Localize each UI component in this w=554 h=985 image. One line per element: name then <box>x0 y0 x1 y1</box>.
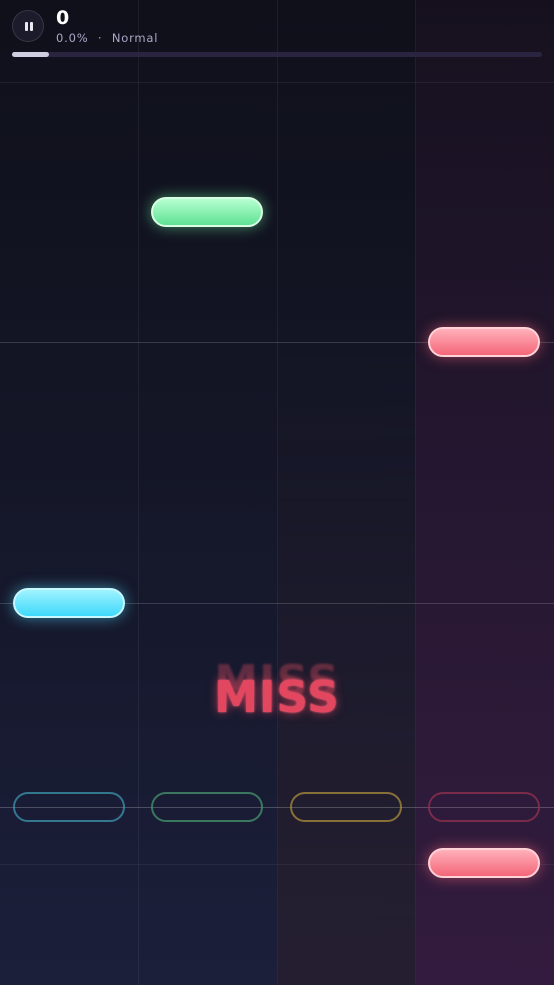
receptor-lane-1[interactable] <box>13 792 125 822</box>
note-cyan <box>13 588 125 618</box>
pause-button[interactable] <box>12 10 44 42</box>
receptor-lane-4[interactable] <box>428 792 540 822</box>
song-progress-fill <box>12 52 50 57</box>
hud: 0 0.0% · Normal <box>0 0 554 62</box>
note-red <box>428 327 540 357</box>
stats-line: 0.0% · Normal <box>56 31 158 45</box>
difficulty: Normal <box>111 31 159 45</box>
receptor-lane-3[interactable] <box>290 792 402 822</box>
lane-1[interactable] <box>0 0 139 985</box>
separator: · <box>97 31 103 45</box>
lane-4[interactable] <box>415 0 554 985</box>
song-progress-bar <box>12 52 542 57</box>
pause-icon <box>30 22 33 31</box>
lane-2[interactable] <box>138 0 278 985</box>
note-green <box>151 197 263 227</box>
lane-3[interactable] <box>277 0 416 985</box>
pause-icon <box>25 22 28 31</box>
score: 0 <box>56 7 70 29</box>
note-red <box>428 848 540 878</box>
judgement-text: MISS <box>214 672 340 723</box>
accuracy: 0.0% <box>56 31 89 45</box>
playfield[interactable]: MISS MISS <box>0 0 554 985</box>
receptor-lane-2[interactable] <box>151 792 263 822</box>
beat-line <box>0 82 554 83</box>
